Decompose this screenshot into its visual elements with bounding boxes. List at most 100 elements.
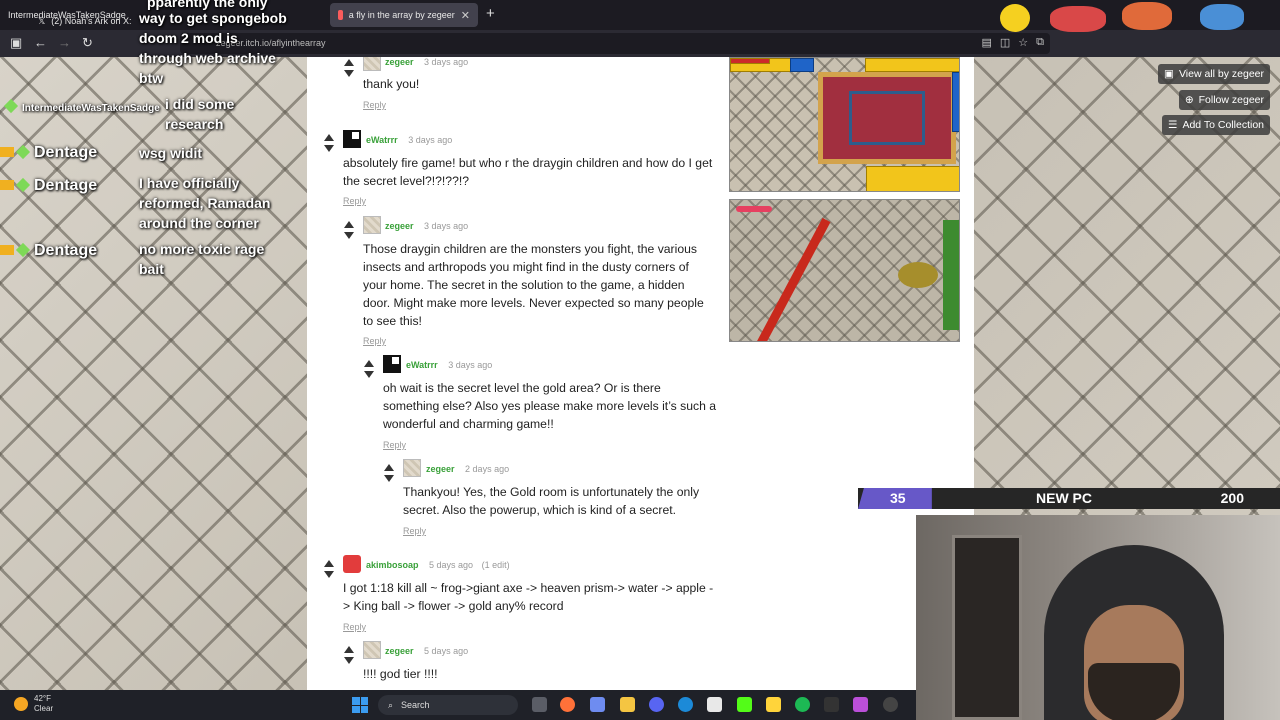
comment-author[interactable]: zegeer <box>385 646 414 656</box>
comment-body: absolutely fire game! but who r the dray… <box>343 156 713 188</box>
reply-link[interactable]: Reply <box>403 526 426 536</box>
game-screenshot[interactable] <box>729 57 960 192</box>
weather-widget[interactable]: 42°F Clear <box>14 694 53 714</box>
add-collection-label: Add To Collection <box>1182 119 1264 131</box>
follow-button[interactable]: ⊕ Follow zegeer <box>1178 90 1270 110</box>
copilot-icon[interactable] <box>590 697 605 712</box>
discord-icon[interactable] <box>649 697 664 712</box>
edge-icon[interactable] <box>678 697 693 712</box>
comment-author[interactable]: eWatrrr <box>366 135 398 145</box>
follow-label: Follow zegeer <box>1198 94 1264 106</box>
back-icon[interactable]: ← <box>34 35 47 50</box>
pocket-icon[interactable]: ◫ <box>1000 36 1010 49</box>
start-button[interactable] <box>352 697 368 713</box>
reply-link[interactable]: Reply <box>363 336 386 346</box>
comment-time: 5 days ago <box>429 560 474 570</box>
comment-body: thank you! <box>363 77 420 91</box>
browser-nav-bar: ▣ ← → ↻ zegeer.itch.io/aflyinthearray ▤ … <box>0 30 1280 57</box>
sticky-notes-icon[interactable] <box>766 697 781 712</box>
firefox-icon[interactable] <box>560 697 575 712</box>
comment-author[interactable]: zegeer <box>385 57 414 67</box>
weather-sun-icon <box>14 697 28 711</box>
comment-time: 3 days ago <box>424 57 469 67</box>
new-tab-icon[interactable]: + <box>486 5 495 22</box>
reply-link[interactable]: Reply <box>363 100 386 110</box>
upvote-icon[interactable] <box>344 221 354 228</box>
tab-label: a fly in the array by zegeer <box>348 10 455 20</box>
avatar[interactable] <box>363 216 381 234</box>
comment-edit-note: (1 edit) <box>481 560 510 570</box>
upvote-icon[interactable] <box>384 464 394 471</box>
upvote-icon[interactable] <box>344 646 354 653</box>
address-bar[interactable]: zegeer.itch.io/aflyinthearray <box>180 33 1050 54</box>
rug-graphic <box>818 72 956 164</box>
forward-icon[interactable]: → <box>58 35 71 50</box>
downvote-icon[interactable] <box>324 145 334 152</box>
avatar[interactable] <box>343 555 361 573</box>
upvote-icon[interactable] <box>364 360 374 367</box>
frog-graphic <box>898 262 938 288</box>
bookmark-star-icon[interactable]: ☆ <box>1018 36 1028 49</box>
avatar[interactable] <box>363 641 381 659</box>
reply-link[interactable]: Reply <box>383 440 406 450</box>
downvote-icon[interactable] <box>364 371 374 378</box>
sidebar-toggle-icon[interactable]: ▣ <box>10 35 22 51</box>
vote-controls <box>343 646 355 664</box>
spotify-icon[interactable] <box>795 697 810 712</box>
comment-body: Those draygin children are the monsters … <box>363 242 704 328</box>
comment-body: oh wait is the secret level the gold are… <box>383 381 717 431</box>
vote-controls <box>343 59 355 77</box>
avatar[interactable] <box>363 57 381 71</box>
downvote-icon[interactable] <box>324 571 334 578</box>
webcam-overlay <box>916 515 1280 720</box>
comment-meta: zegeer 3 days ago <box>385 221 468 231</box>
game-screenshot[interactable] <box>729 199 960 342</box>
reply-link[interactable]: Reply <box>343 622 366 632</box>
kick-icon[interactable] <box>737 697 752 712</box>
comment-meta: akimbosoap 5 days ago (1 edit) <box>366 560 510 570</box>
taskbar-search[interactable]: ⌕ Search <box>378 695 518 715</box>
reply-link[interactable]: Reply <box>343 196 366 206</box>
itch-favicon-icon <box>338 10 343 20</box>
reader-icon[interactable]: ▤ <box>981 36 991 49</box>
obs-icon[interactable] <box>883 697 898 712</box>
file-explorer-icon[interactable] <box>620 697 635 712</box>
browser-tab-2[interactable]: 𝕏 (2) Noah's Ark on X: <box>30 14 168 28</box>
downvote-icon[interactable] <box>344 657 354 664</box>
downvote-icon[interactable] <box>344 232 354 239</box>
comment-author[interactable]: eWatrrr <box>406 360 438 370</box>
vote-controls <box>343 221 355 239</box>
comment-author[interactable]: zegeer <box>385 221 414 231</box>
x-logo-icon: 𝕏 <box>38 15 46 26</box>
comment-time: 3 days ago <box>448 360 493 370</box>
donation-goal-bar: 35 NEW PC 200 <box>858 488 1280 509</box>
browser-tab-active[interactable]: a fly in the array by zegeer ✕ <box>330 3 478 27</box>
extensions-icon[interactable]: ⧉ <box>1036 36 1044 49</box>
view-all-button[interactable]: ▣ View all by zegeer <box>1158 64 1270 84</box>
avatar[interactable] <box>403 459 421 477</box>
app-icon[interactable] <box>853 697 868 712</box>
upvote-icon[interactable] <box>324 560 334 567</box>
plant-graphic <box>943 220 959 330</box>
close-tab-icon[interactable]: ✕ <box>461 9 470 22</box>
comment-author[interactable]: zegeer <box>426 464 455 474</box>
comment-meta: zegeer 3 days ago <box>385 57 468 67</box>
task-view-icon[interactable] <box>532 697 547 712</box>
charizard-sticker-icon <box>1122 2 1172 30</box>
reload-icon[interactable]: ↻ <box>82 35 93 51</box>
upvote-icon[interactable] <box>344 59 354 66</box>
add-to-collection-button[interactable]: ☰ Add To Collection <box>1162 115 1270 135</box>
lego-brick-graphic <box>790 58 814 72</box>
downvote-icon[interactable] <box>344 70 354 77</box>
upvote-icon[interactable] <box>324 134 334 141</box>
view-all-label: View all by zegeer <box>1178 68 1264 80</box>
avatar[interactable] <box>383 355 401 373</box>
avatar[interactable] <box>343 130 361 148</box>
comment-author[interactable]: akimbosoap <box>366 560 419 570</box>
vote-controls <box>363 360 375 378</box>
app-icon[interactable] <box>824 697 839 712</box>
comment-meta: zegeer 5 days ago <box>385 646 468 656</box>
goal-current: 35 <box>890 490 906 506</box>
store-icon[interactable] <box>707 697 722 712</box>
downvote-icon[interactable] <box>384 475 394 482</box>
